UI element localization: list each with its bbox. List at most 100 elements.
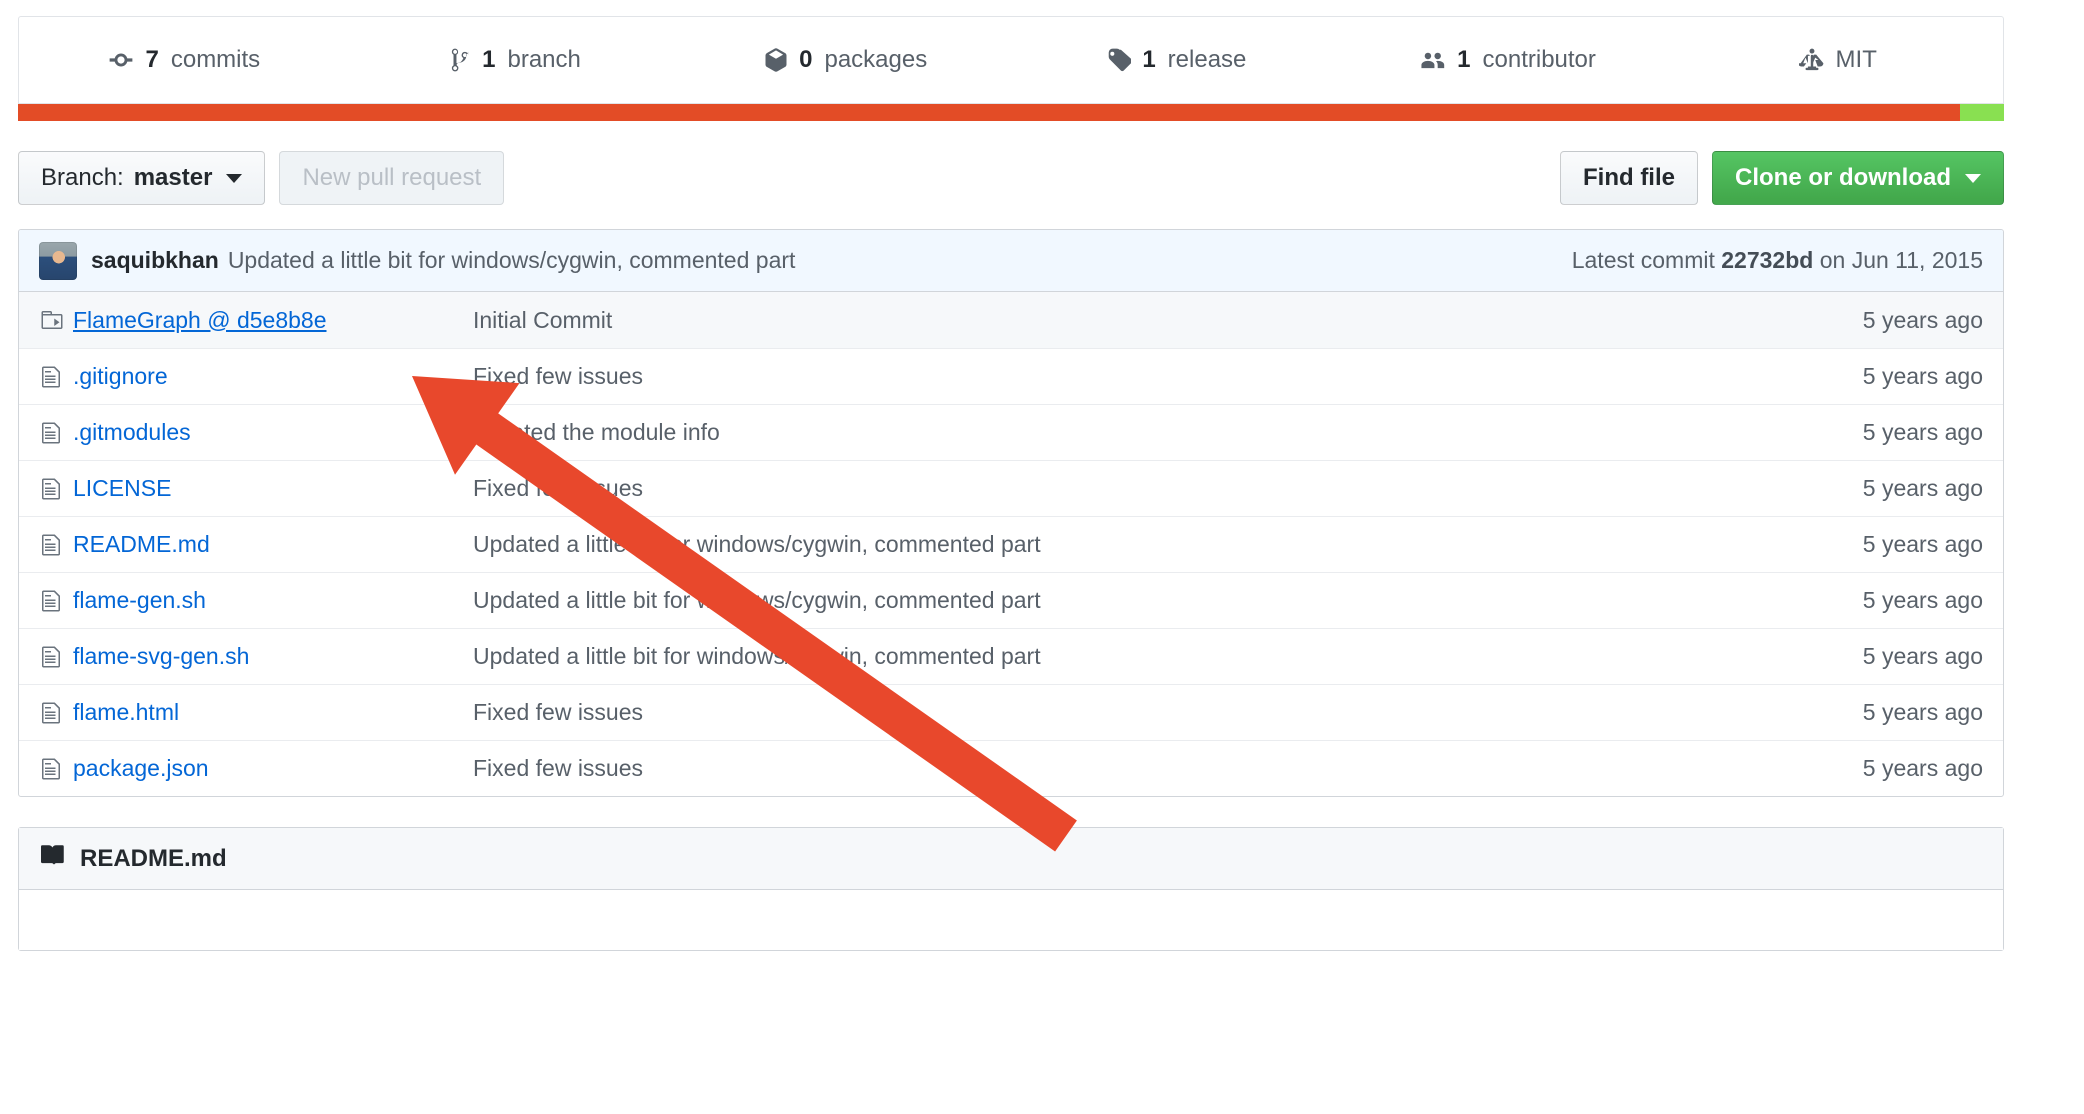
stat-commits[interactable]: 7 commits bbox=[19, 47, 350, 73]
file-navigation-toolbar: Branch: master New pull request Find fil… bbox=[18, 151, 2004, 205]
commit-date: Jun 11, 2015 bbox=[1852, 247, 1983, 273]
file-name-link[interactable]: package.json bbox=[73, 755, 473, 782]
table-row[interactable]: flame-gen.shUpdated a little bit for win… bbox=[19, 572, 2003, 628]
file-commit-message[interactable]: Updated a little bit for windows/cygwin,… bbox=[473, 531, 1863, 558]
latest-commit-prefix: Latest commit bbox=[1572, 247, 1715, 273]
readme-header: README.md bbox=[19, 828, 2003, 890]
file-commit-age: 5 years ago bbox=[1863, 755, 1983, 782]
file-icon bbox=[39, 757, 73, 781]
readme-title: README.md bbox=[80, 845, 227, 873]
table-row[interactable]: .gitignoreFixed few issues5 years ago bbox=[19, 348, 2003, 404]
commit-date-prefix: on bbox=[1820, 247, 1846, 273]
file-commit-message[interactable]: Fixed few issues bbox=[473, 363, 1863, 390]
file-name-link[interactable]: flame-svg-gen.sh bbox=[73, 643, 473, 670]
file-commit-age: 5 years ago bbox=[1863, 419, 1983, 446]
file-icon bbox=[39, 421, 73, 445]
stat-license-label: MIT bbox=[1836, 48, 1877, 72]
repository-stats-bar: 7 commits 1 branch 0 packages bbox=[18, 16, 2004, 104]
repository-page: 7 commits 1 branch 0 packages bbox=[0, 0, 2084, 1114]
file-commit-age: 5 years ago bbox=[1863, 643, 1983, 670]
stat-packages-label: packages bbox=[824, 48, 927, 72]
language-segment-shell[interactable] bbox=[1960, 104, 2004, 121]
file-commit-message[interactable]: Updated a little bit for windows/cygwin,… bbox=[473, 587, 1863, 614]
file-commit-age: 5 years ago bbox=[1863, 699, 1983, 726]
language-bar[interactable] bbox=[18, 104, 2004, 121]
readme-body bbox=[19, 890, 2003, 950]
language-segment-html[interactable] bbox=[18, 104, 1960, 121]
file-icon bbox=[39, 589, 73, 613]
file-commit-message[interactable]: Fixed few issues bbox=[473, 475, 1863, 502]
clone-or-download-button[interactable]: Clone or download bbox=[1712, 151, 2004, 205]
branch-prefix-label: Branch: bbox=[41, 164, 124, 192]
stat-releases[interactable]: 1 release bbox=[1011, 47, 1342, 73]
stat-contributors-label: contributor bbox=[1483, 48, 1596, 72]
stat-commits-label: commits bbox=[171, 48, 260, 72]
submodule-icon bbox=[39, 308, 73, 332]
stat-contributors-count: 1 bbox=[1457, 48, 1470, 72]
file-icon bbox=[39, 701, 73, 725]
stat-contributors[interactable]: 1 contributor bbox=[1342, 47, 1673, 73]
law-icon bbox=[1799, 47, 1825, 73]
table-row[interactable]: package.jsonFixed few issues5 years ago bbox=[19, 740, 2003, 796]
latest-commit-header: saquibkhan Updated a little bit for wind… bbox=[19, 230, 2003, 292]
file-commit-age: 5 years ago bbox=[1863, 531, 1983, 558]
table-row[interactable]: .gitmodulesupdated the module info5 year… bbox=[19, 404, 2003, 460]
file-commit-message[interactable]: Fixed few issues bbox=[473, 699, 1863, 726]
file-list-box: saquibkhan Updated a little bit for wind… bbox=[18, 229, 2004, 797]
find-file-label: Find file bbox=[1583, 164, 1675, 192]
chevron-down-icon bbox=[1965, 174, 1981, 183]
avatar bbox=[39, 242, 77, 280]
clone-or-download-label: Clone or download bbox=[1735, 164, 1951, 192]
file-name-link[interactable]: flame.html bbox=[73, 699, 473, 726]
commit-icon bbox=[108, 47, 134, 73]
file-name-link[interactable]: flame-gen.sh bbox=[73, 587, 473, 614]
file-commit-age: 5 years ago bbox=[1863, 363, 1983, 390]
file-commit-age: 5 years ago bbox=[1863, 587, 1983, 614]
file-icon bbox=[39, 645, 73, 669]
stat-releases-count: 1 bbox=[1142, 48, 1155, 72]
file-commit-message[interactable]: Fixed few issues bbox=[473, 755, 1863, 782]
commit-author-link[interactable]: saquibkhan bbox=[91, 247, 219, 274]
file-icon bbox=[39, 477, 73, 501]
stat-releases-label: release bbox=[1168, 48, 1247, 72]
commit-message[interactable]: Updated a little bit for windows/cygwin,… bbox=[228, 247, 796, 274]
stat-branches-label: branch bbox=[507, 48, 580, 72]
chevron-down-icon bbox=[226, 174, 242, 183]
file-commit-message[interactable]: updated the module info bbox=[473, 419, 1863, 446]
file-name-link[interactable]: FlameGraph @ d5e8b8e bbox=[73, 307, 473, 334]
repository-content: 7 commits 1 branch 0 packages bbox=[18, 16, 2004, 951]
file-commit-message[interactable]: Initial Commit bbox=[473, 307, 1863, 334]
people-icon bbox=[1418, 47, 1446, 73]
branch-name-label: master bbox=[134, 164, 213, 192]
file-commit-age: 5 years ago bbox=[1863, 307, 1983, 334]
file-name-link[interactable]: .gitignore bbox=[73, 363, 473, 390]
file-rows: FlameGraph @ d5e8b8eInitial Commit5 year… bbox=[19, 292, 2003, 796]
table-row[interactable]: flame-svg-gen.shUpdated a little bit for… bbox=[19, 628, 2003, 684]
readme-box: README.md bbox=[18, 827, 2004, 951]
stat-branches[interactable]: 1 branch bbox=[350, 47, 681, 73]
file-name-link[interactable]: LICENSE bbox=[73, 475, 473, 502]
new-pull-request-button[interactable]: New pull request bbox=[279, 151, 504, 205]
table-row[interactable]: FlameGraph @ d5e8b8eInitial Commit5 year… bbox=[19, 292, 2003, 348]
stat-license[interactable]: MIT bbox=[1672, 47, 2003, 73]
table-row[interactable]: flame.htmlFixed few issues5 years ago bbox=[19, 684, 2003, 740]
branch-icon bbox=[449, 47, 471, 73]
branch-select-button[interactable]: Branch: master bbox=[18, 151, 265, 205]
stat-packages[interactable]: 0 packages bbox=[680, 47, 1011, 73]
package-icon bbox=[764, 47, 788, 73]
table-row[interactable]: LICENSEFixed few issues5 years ago bbox=[19, 460, 2003, 516]
new-pull-request-label: New pull request bbox=[302, 164, 481, 192]
stat-branches-count: 1 bbox=[482, 48, 495, 72]
tag-icon bbox=[1106, 47, 1131, 73]
file-commit-age: 5 years ago bbox=[1863, 475, 1983, 502]
latest-commit-meta: Latest commit 22732bd on Jun 11, 2015 bbox=[1572, 247, 1983, 274]
file-commit-message[interactable]: Updated a little bit for windows/cygwin,… bbox=[473, 643, 1863, 670]
find-file-button[interactable]: Find file bbox=[1560, 151, 1698, 205]
file-name-link[interactable]: README.md bbox=[73, 531, 473, 558]
commit-sha-link[interactable]: 22732bd bbox=[1721, 247, 1813, 273]
table-row[interactable]: README.mdUpdated a little bit for window… bbox=[19, 516, 2003, 572]
book-icon bbox=[41, 842, 67, 875]
stat-commits-count: 7 bbox=[145, 48, 158, 72]
stat-packages-count: 0 bbox=[799, 48, 812, 72]
file-name-link[interactable]: .gitmodules bbox=[73, 419, 473, 446]
